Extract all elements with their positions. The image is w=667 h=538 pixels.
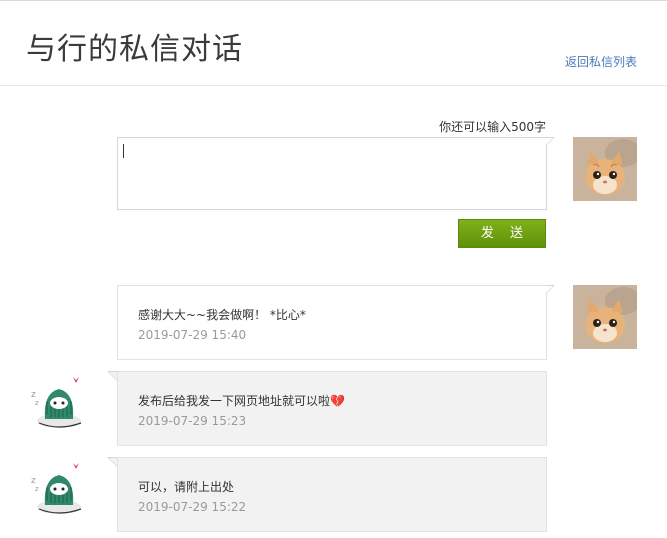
sender-avatar[interactable]: z z	[25, 457, 89, 521]
bubble-tail	[107, 457, 117, 467]
char-counter: 你还可以输入500字	[439, 120, 546, 134]
owl-cartoon-icon: z z	[31, 377, 82, 428]
svg-text:z: z	[35, 485, 39, 493]
back-to-messages-link[interactable]: 返回私信列表	[565, 53, 637, 70]
message-text: 感谢大大~~我会做啊！ *比心*	[138, 308, 306, 322]
message-text: 发布后给我发一下网页地址就可以啦💔	[138, 394, 345, 408]
my-avatar[interactable]	[573, 285, 637, 349]
bubble-tail	[546, 285, 555, 294]
cat-photo-icon	[573, 285, 637, 349]
message-timestamp: 2019-07-29 15:40	[138, 328, 247, 342]
svg-text:z: z	[35, 399, 39, 407]
header-divider	[0, 85, 667, 86]
cat-photo-icon	[573, 137, 637, 201]
bubble-tail	[546, 137, 555, 146]
message-item: 可以，请附上出处 2019-07-29 15:22	[107, 457, 547, 532]
message-input[interactable]	[118, 138, 546, 209]
text-caret	[123, 144, 124, 158]
top-border	[0, 0, 667, 1]
my-avatar[interactable]	[573, 137, 637, 201]
bubble-tail	[107, 371, 117, 381]
message-item: 发布后给我发一下网页地址就可以啦💔 2019-07-29 15:23	[107, 371, 547, 446]
sender-avatar[interactable]: z z	[25, 371, 89, 435]
page-title: 与行的私信对话	[26, 32, 243, 67]
message-timestamp: 2019-07-29 15:22	[138, 500, 247, 514]
owl-cartoon-icon: z z	[31, 463, 82, 514]
message-timestamp: 2019-07-29 15:23	[138, 414, 247, 428]
message-composer[interactable]	[117, 137, 555, 210]
message-item: 感谢大大~~我会做啊！ *比心* 2019-07-29 15:40	[117, 285, 555, 360]
message-text: 可以，请附上出处	[138, 480, 235, 494]
send-button[interactable]: 发 送	[458, 219, 546, 248]
